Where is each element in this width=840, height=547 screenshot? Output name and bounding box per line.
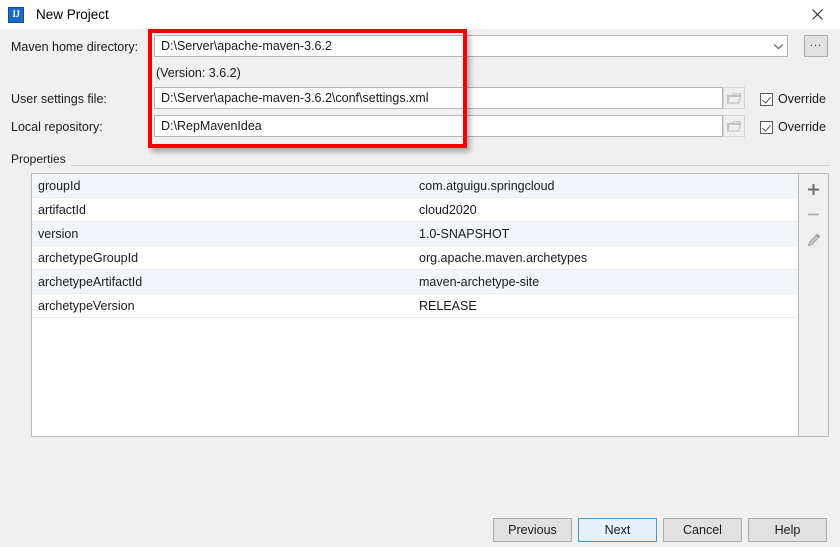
property-key: artifactId bbox=[38, 202, 86, 217]
properties-group-title: Properties bbox=[11, 152, 71, 166]
intellij-idea-icon bbox=[8, 6, 24, 23]
ellipsis-label: ... bbox=[809, 36, 823, 49]
property-key: version bbox=[38, 226, 79, 241]
title-bar: New Project bbox=[0, 0, 840, 29]
local-repository-override-label: Override bbox=[778, 120, 826, 134]
properties-toolbar bbox=[799, 173, 829, 437]
maven-home-dropdown-button[interactable] bbox=[769, 36, 787, 56]
close-icon bbox=[811, 9, 823, 20]
next-button[interactable]: Next bbox=[578, 518, 657, 542]
property-value: 1.0-SNAPSHOT bbox=[419, 226, 510, 241]
properties-table[interactable]: groupId com.atguigu.springcloud artifact… bbox=[31, 173, 799, 437]
folder-icon bbox=[727, 120, 741, 132]
user-settings-override-label: Override bbox=[778, 92, 826, 106]
edit-property-button[interactable] bbox=[800, 227, 828, 252]
property-value: org.apache.maven.archetypes bbox=[419, 250, 588, 265]
plus-icon bbox=[808, 184, 819, 195]
property-value: maven-archetype-site bbox=[419, 274, 540, 289]
property-key: archetypeGroupId bbox=[38, 250, 139, 265]
table-row[interactable]: artifactId cloud2020 bbox=[32, 198, 798, 222]
user-settings-override-checkbox[interactable] bbox=[760, 92, 773, 106]
table-row[interactable]: groupId com.atguigu.springcloud bbox=[32, 174, 798, 198]
remove-property-button[interactable] bbox=[800, 202, 828, 227]
table-row[interactable]: archetypeVersion RELEASE bbox=[32, 294, 798, 318]
table-row[interactable]: version 1.0-SNAPSHOT bbox=[32, 222, 798, 246]
maven-home-label: Maven home directory: bbox=[11, 40, 139, 54]
property-value: com.atguigu.springcloud bbox=[419, 178, 555, 193]
user-settings-override[interactable]: Override bbox=[760, 92, 826, 106]
maven-version-note: (Version: 3.6.2) bbox=[156, 66, 241, 80]
local-repository-override-checkbox[interactable] bbox=[760, 120, 773, 134]
property-key: groupId bbox=[38, 178, 81, 193]
table-row[interactable]: archetypeGroupId org.apache.maven.archet… bbox=[32, 246, 798, 270]
close-button[interactable] bbox=[794, 0, 840, 29]
properties-group-rule bbox=[11, 165, 829, 166]
window-title: New Project bbox=[36, 7, 109, 22]
maven-home-browse-button[interactable]: ... bbox=[804, 35, 828, 57]
property-value: cloud2020 bbox=[419, 202, 477, 217]
user-settings-label: User settings file: bbox=[11, 92, 107, 106]
local-repository-override[interactable]: Override bbox=[760, 120, 826, 134]
help-button[interactable]: Help bbox=[748, 518, 827, 542]
pencil-icon bbox=[807, 232, 820, 246]
minus-icon bbox=[808, 213, 819, 216]
local-repository-input[interactable]: D:\RepMavenIdea bbox=[154, 115, 723, 137]
local-repository-label: Local repository: bbox=[11, 120, 103, 134]
property-value: RELEASE bbox=[419, 298, 477, 313]
table-row[interactable]: archetypeArtifactId maven-archetype-site bbox=[32, 270, 798, 294]
maven-home-input[interactable]: D:\Server\apache-maven-3.6.2 bbox=[154, 35, 788, 57]
user-settings-input[interactable]: D:\Server\apache-maven-3.6.2\conf\settin… bbox=[154, 87, 723, 109]
property-key: archetypeVersion bbox=[38, 298, 135, 313]
user-settings-browse-button[interactable] bbox=[723, 87, 745, 109]
local-repository-browse-button[interactable] bbox=[723, 115, 745, 137]
cancel-button[interactable]: Cancel bbox=[663, 518, 742, 542]
chevron-down-icon bbox=[773, 43, 783, 49]
add-property-button[interactable] bbox=[800, 177, 828, 202]
property-key: archetypeArtifactId bbox=[38, 274, 143, 289]
previous-button[interactable]: Previous bbox=[493, 518, 572, 542]
folder-icon bbox=[727, 92, 741, 104]
